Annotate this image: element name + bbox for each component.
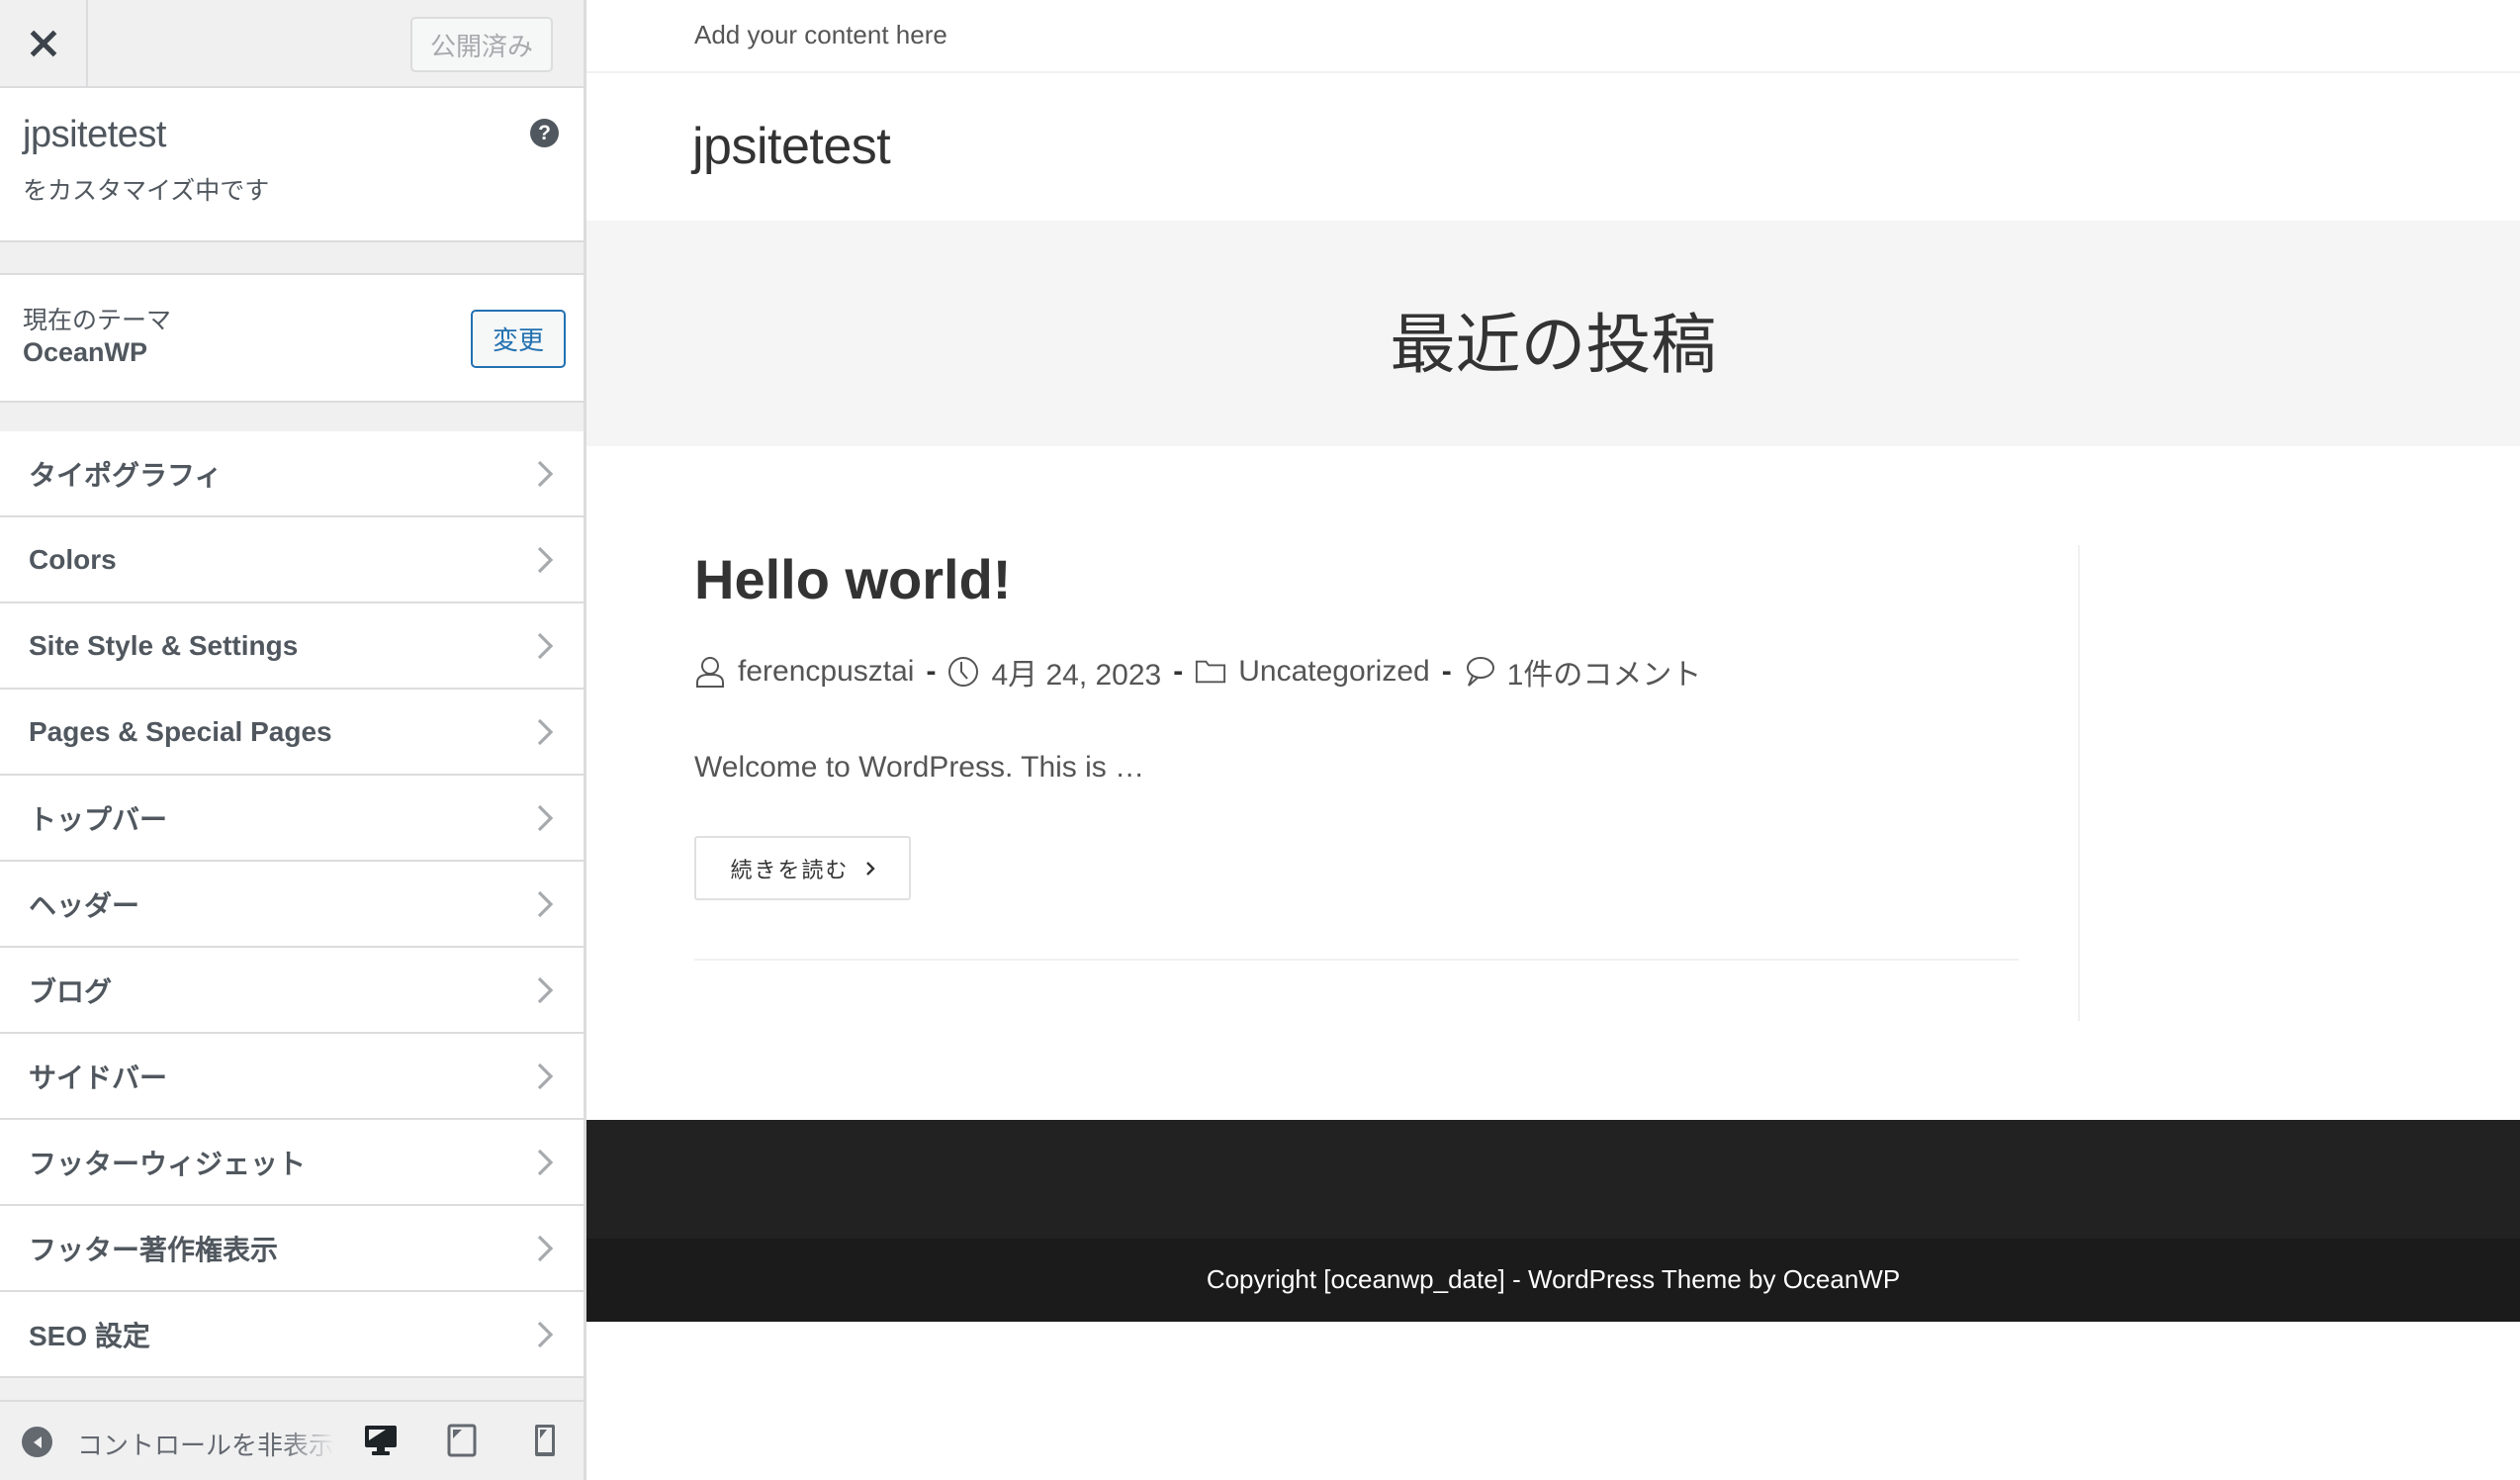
chevron-right-icon bbox=[537, 632, 554, 660]
folder-icon bbox=[1196, 660, 1226, 684]
chevron-right-icon bbox=[537, 460, 554, 488]
menu-item-label: ブログ bbox=[29, 975, 113, 1007]
menu-item-label: フッターウィジェット bbox=[29, 1148, 307, 1179]
customizer-menu: タイポグラフィ Colors Site Style & Settings Pag… bbox=[0, 431, 584, 1378]
meta-separator: - bbox=[1173, 655, 1184, 688]
menu-item-label: ヘッダー bbox=[29, 889, 140, 921]
read-more-button[interactable]: 続きを読む bbox=[694, 836, 911, 900]
meta-separator: - bbox=[926, 655, 937, 688]
help-icon[interactable]: ? bbox=[530, 119, 559, 147]
post-category[interactable]: Uncategorized bbox=[1238, 655, 1429, 689]
customizer-sidebar: 公開済み jpsitetest をカスタマイズ中です ? 現在のテーマ Ocea… bbox=[0, 0, 586, 1480]
mobile-preview-icon[interactable] bbox=[534, 1424, 556, 1457]
close-icon bbox=[30, 30, 56, 56]
site-info-panel: jpsitetest をカスタマイズ中です ? bbox=[0, 88, 584, 242]
menu-item-typography[interactable]: タイポグラフィ bbox=[0, 431, 584, 517]
menu-item-topbar[interactable]: トップバー bbox=[0, 776, 584, 862]
page-header: 最近の投稿 bbox=[586, 221, 2520, 446]
menu-item-label: フッター著作権表示 bbox=[29, 1234, 279, 1265]
collapse-sidebar-button[interactable] bbox=[22, 1427, 52, 1457]
post-title[interactable]: Hello world! bbox=[694, 547, 1011, 611]
collapse-sidebar-label[interactable]: コントロールを非表示 bbox=[77, 1426, 334, 1462]
preview-topbar: Add your content here bbox=[586, 0, 2520, 73]
menu-item-label: Pages & Special Pages bbox=[29, 715, 332, 747]
read-more-label: 続きを読む bbox=[730, 857, 850, 882]
chevron-right-icon bbox=[537, 1149, 554, 1176]
copyright-text: Copyright [oceanwp_date] - WordPress The… bbox=[1206, 1264, 1901, 1294]
user-icon bbox=[696, 657, 724, 688]
chevron-right-icon bbox=[537, 804, 554, 832]
content-sidebar-divider bbox=[2078, 545, 2080, 1021]
customizer-header: 公開済み bbox=[0, 0, 584, 88]
customizing-label: をカスタマイズ中です bbox=[23, 177, 270, 205]
menu-item-header[interactable]: ヘッダー bbox=[0, 862, 584, 948]
chevron-right-icon bbox=[537, 1063, 554, 1090]
site-preview: Add your content here jpsitetest 最近の投稿 H… bbox=[586, 0, 2520, 1480]
menu-item-sidebar[interactable]: サイドバー bbox=[0, 1034, 584, 1120]
chevron-right-icon bbox=[537, 1235, 554, 1262]
post-author[interactable]: ferencpusztai bbox=[738, 655, 914, 689]
menu-item-label: トップバー bbox=[29, 803, 168, 835]
footer-widgets bbox=[586, 1120, 2520, 1239]
post-excerpt: Welcome to WordPress. This is … bbox=[694, 751, 1145, 784]
chevron-right-icon bbox=[865, 861, 875, 876]
theme-name: OceanWP bbox=[23, 337, 148, 367]
publish-button[interactable]: 公開済み bbox=[410, 17, 553, 72]
menu-item-label: Site Style & Settings bbox=[29, 629, 299, 661]
menu-item-colors[interactable]: Colors bbox=[0, 517, 584, 603]
chevron-right-icon bbox=[537, 546, 554, 574]
chevron-right-icon bbox=[537, 718, 554, 746]
menu-item-seo[interactable]: SEO 設定 bbox=[0, 1292, 584, 1378]
menu-item-blog[interactable]: ブログ bbox=[0, 948, 584, 1034]
post-comments[interactable]: 1件のコメント bbox=[1507, 650, 1702, 694]
comment-icon bbox=[1466, 657, 1494, 687]
topbar-text: Add your content here bbox=[694, 20, 947, 49]
chevron-right-icon bbox=[537, 890, 554, 918]
post-meta: ferencpusztai - 4月 24, 2023 - Uncategori… bbox=[694, 650, 1701, 694]
arrow-left-icon bbox=[33, 1435, 42, 1448]
menu-item-footer-widgets[interactable]: フッターウィジェット bbox=[0, 1120, 584, 1206]
clock-icon bbox=[948, 657, 979, 687]
menu-item-site-style[interactable]: Site Style & Settings bbox=[0, 603, 584, 690]
menu-item-pages[interactable]: Pages & Special Pages bbox=[0, 690, 584, 776]
menu-item-footer-copyright[interactable]: フッター著作権表示 bbox=[0, 1206, 584, 1292]
site-logo[interactable]: jpsitetest bbox=[692, 117, 891, 176]
site-name: jpsitetest bbox=[23, 114, 166, 155]
menu-item-label: Colors bbox=[29, 543, 117, 575]
menu-item-label: タイポグラフィ bbox=[29, 459, 223, 491]
tablet-preview-icon[interactable] bbox=[447, 1424, 477, 1457]
footer-bottom: Copyright [oceanwp_date] - WordPress The… bbox=[586, 1239, 2520, 1322]
theme-label: 現在のテーマ bbox=[23, 307, 172, 334]
preview-header: jpsitetest bbox=[586, 73, 2520, 221]
chevron-right-icon bbox=[537, 1321, 554, 1348]
close-button[interactable] bbox=[0, 0, 88, 86]
theme-panel: 現在のテーマ OceanWP 変更 bbox=[0, 273, 584, 403]
menu-item-label: SEO 設定 bbox=[29, 1320, 150, 1351]
chevron-right-icon bbox=[537, 976, 554, 1004]
desktop-preview-icon[interactable] bbox=[364, 1424, 398, 1457]
change-theme-button[interactable]: 変更 bbox=[471, 310, 566, 368]
meta-separator: - bbox=[1441, 655, 1452, 688]
post-divider bbox=[694, 959, 2019, 961]
menu-item-label: サイドバー bbox=[29, 1062, 168, 1093]
post-date: 4月 24, 2023 bbox=[991, 659, 1162, 692]
customizer-footer: コントロールを非表示 bbox=[0, 1400, 584, 1480]
page-title: 最近の投稿 bbox=[1390, 308, 1717, 381]
